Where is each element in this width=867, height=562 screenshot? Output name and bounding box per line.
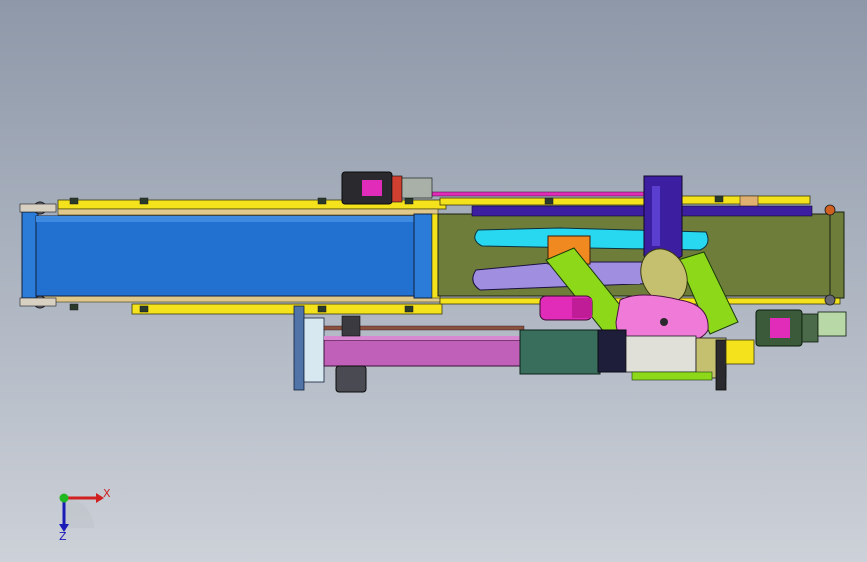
x-axis-label: X [103,487,111,500]
origin-marker [59,493,69,503]
z-axis-label: Z [59,530,67,543]
triad-shadow [64,498,94,528]
coordinate-triad [59,493,104,532]
cad-viewport[interactable]: X Z [0,0,867,562]
